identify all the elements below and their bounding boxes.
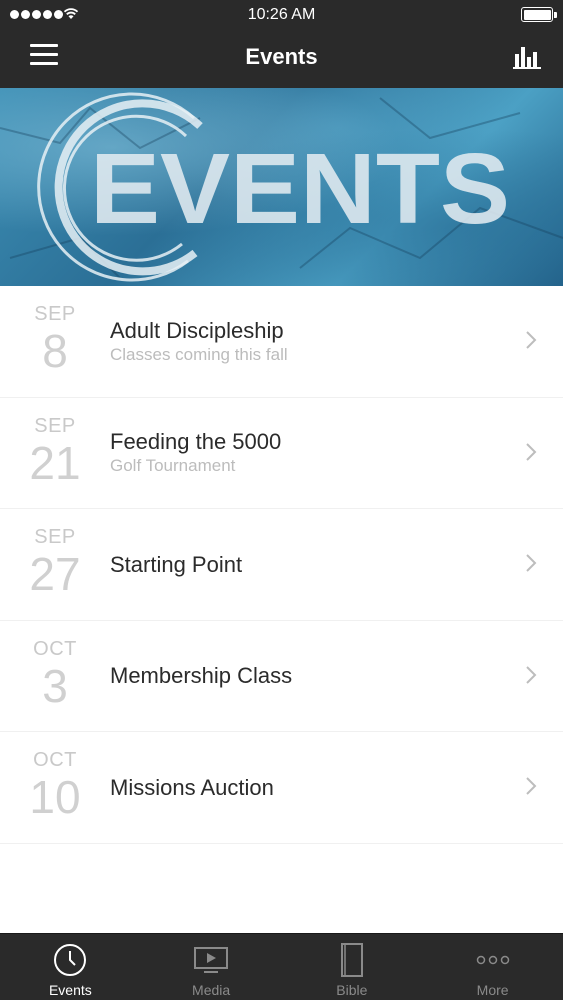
event-row[interactable]: SEP 8 Adult Discipleship Classes coming … [0,286,563,398]
event-month: SEP [34,414,76,437]
banner-title: EVENTS [90,133,510,245]
event-title: Starting Point [110,551,243,577]
event-title: Feeding the 5000 [110,429,282,454]
page-title: Events [245,44,318,69]
event-info: Starting Point [110,509,242,620]
chevron-right-icon [526,665,537,684]
tab-media[interactable]: Media [141,934,282,1000]
more-dots-icon [476,955,509,965]
event-info: Missions Auction [110,732,274,843]
event-day: 8 [42,325,68,377]
chevron-right-icon [526,331,537,349]
event-title: Membership Class [110,663,293,688]
events-list: SEP 8 Adult Discipleship Classes coming … [0,286,563,844]
event-month: SEP [34,526,76,548]
event-row[interactable]: OCT 3 Membership Class [0,620,563,732]
event-info: Membership Class [110,621,292,732]
event-info: Adult Discipleship Classes coming this f… [110,286,288,397]
tab-label: Bible [336,982,368,998]
event-day: 10 [29,771,81,823]
tab-bible[interactable]: Bible [282,934,423,1000]
event-subtitle: Golf Tournament [110,456,236,475]
nav-bar: Events [0,28,563,88]
clock-icon [54,944,87,976]
event-row[interactable]: SEP 21 Feeding the 5000 Golf Tournament [0,397,563,509]
battery-icon [521,7,557,22]
event-date: SEP 27 [14,525,96,599]
tab-label: Media [192,982,231,998]
event-date: OCT 3 [14,637,96,711]
bar-chart-icon[interactable] [513,42,541,70]
event-date: OCT 10 [14,748,96,822]
tab-more[interactable]: More [422,934,563,1000]
event-date: SEP 21 [14,414,96,488]
event-day: 3 [42,659,68,712]
book-icon [340,943,363,977]
event-title: Missions Auction [110,774,274,800]
banner-graphic: EVENTS [0,92,563,282]
status-bar: 10:26 AM [0,0,563,28]
event-row[interactable]: SEP 27 Starting Point [0,509,563,621]
event-row[interactable]: OCT 10 Missions Auction [0,732,563,844]
event-day: 21 [29,436,81,489]
event-info: Feeding the 5000 Golf Tournament [110,398,281,509]
top-bar: 10:26 AM Events [0,0,563,88]
event-month: SEP [34,303,76,325]
chevron-right-icon [526,442,537,461]
hamburger-menu-button[interactable] [30,44,60,66]
event-month: OCT [33,749,77,771]
event-title: Adult Discipleship [110,317,284,343]
tab-label: Events [48,982,92,998]
chevron-right-icon [526,554,537,572]
event-day: 27 [29,548,81,600]
event-date: SEP 8 [14,302,96,376]
tab-bar: Events Media Bible More [0,933,563,1000]
status-time: 10:26 AM [247,6,316,23]
event-month: OCT [33,637,77,660]
tab-events[interactable]: Events [0,934,141,1000]
event-subtitle: Classes coming this fall [110,344,288,364]
play-screen-icon [194,947,229,973]
events-banner: EVENTS [0,88,563,286]
tab-label: More [476,982,509,998]
chevron-right-icon [526,777,537,795]
